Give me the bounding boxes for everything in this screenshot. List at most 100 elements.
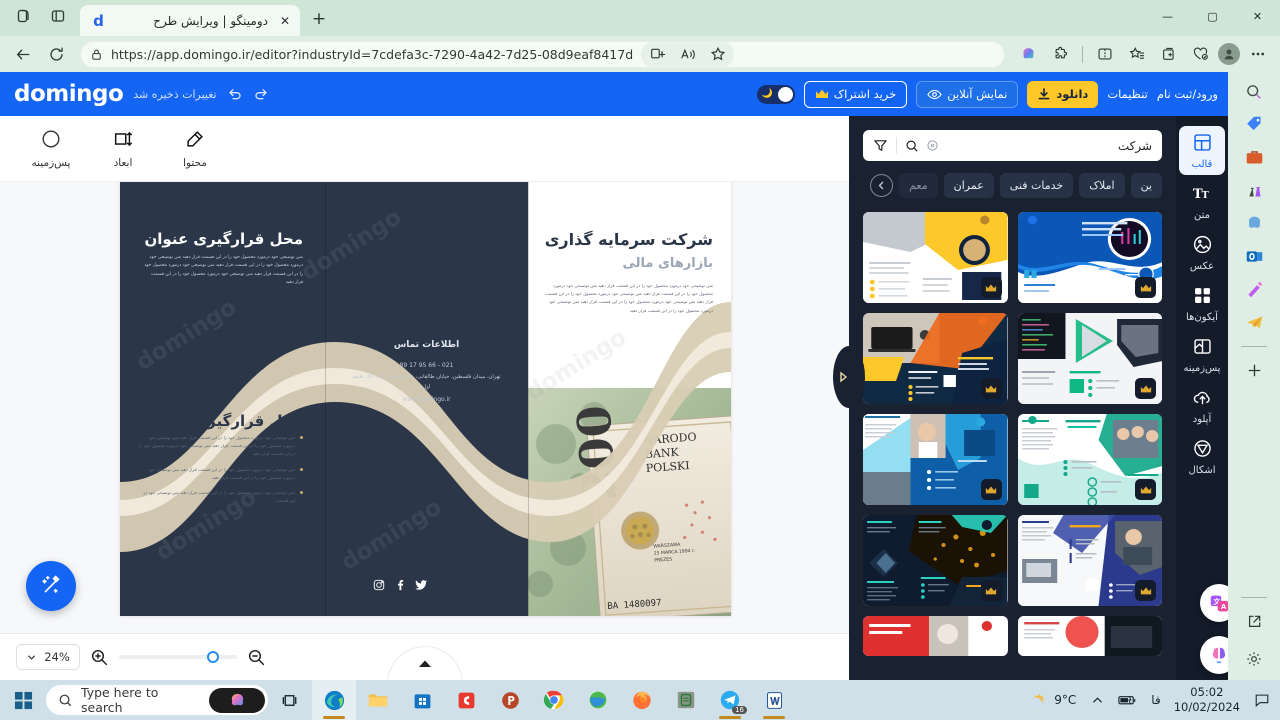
search-icon[interactable]: [905, 139, 919, 153]
edge-sidebar-search-icon[interactable]: [1240, 78, 1269, 105]
toolbar-item-content[interactable]: محتوا: [172, 128, 218, 169]
chrome-icon[interactable]: [532, 680, 576, 720]
doc-contact-title[interactable]: اطلاعات تماس: [325, 340, 528, 350]
windows-start-icon[interactable]: [0, 680, 46, 720]
template-card[interactable]: [863, 414, 1008, 505]
category-chip[interactable]: ین: [1130, 173, 1162, 198]
category-chip[interactable]: املاک: [1079, 173, 1125, 198]
add-collection-icon[interactable]: [1154, 41, 1183, 68]
zoom-slider-handle[interactable]: [207, 651, 219, 663]
edge-sidebar-tools-icon[interactable]: [1240, 144, 1269, 171]
edge-icon[interactable]: [312, 680, 356, 720]
toolbar-item-background[interactable]: پس‌زمینه: [28, 128, 74, 169]
edge-sidebar-games-icon[interactable]: [1240, 177, 1269, 204]
sidebar-settings-icon[interactable]: [1240, 645, 1269, 672]
copilot-icon[interactable]: [1014, 41, 1043, 68]
word-icon[interactable]: [752, 680, 796, 720]
doc-contact-website[interactable]: www.domingo.ir: [325, 394, 528, 406]
back-icon[interactable]: [8, 40, 38, 68]
taskbar-search-input[interactable]: Type here to search: [46, 685, 268, 715]
favorite-star-icon[interactable]: [703, 41, 732, 68]
template-search-box[interactable]: شرکت: [863, 130, 1162, 161]
template-grid[interactable]: [849, 208, 1176, 680]
rail-item-text[interactable]: T T متن: [1179, 177, 1225, 226]
maximize-button[interactable]: ▢: [1190, 0, 1235, 32]
settings-more-icon[interactable]: [1243, 41, 1272, 68]
online-preview-button[interactable]: نمایش آنلاین: [916, 80, 1019, 108]
telegram-icon[interactable]: 16: [708, 680, 752, 720]
close-icon[interactable]: ✕: [276, 12, 294, 30]
window-close-button[interactable]: ✕: [1235, 0, 1280, 32]
template-card[interactable]: [1017, 212, 1162, 303]
new-tab-button[interactable]: +: [305, 5, 333, 33]
notification-icon[interactable]: [1249, 684, 1275, 716]
split-screen-icon[interactable]: [643, 41, 672, 68]
template-card[interactable]: [1017, 616, 1162, 656]
design-canvas[interactable]: محل قرارگیری عنوان متن توضیحی خود درمورد…: [0, 182, 849, 633]
zoom-level-select[interactable]: 24%: [16, 644, 80, 670]
profile-avatar[interactable]: [1218, 43, 1240, 65]
doc-right-subtitle[interactable]: بازارهای مالی: [623, 256, 714, 271]
settings-link[interactable]: تنظیمات: [1107, 87, 1148, 101]
subscribe-button[interactable]: خرید اشتراک: [803, 80, 908, 108]
template-card[interactable]: [1017, 515, 1162, 606]
design-document[interactable]: محل قرارگیری عنوان متن توضیحی خود درمورد…: [120, 182, 731, 616]
instagram-icon[interactable]: [373, 579, 385, 591]
zoom-slider[interactable]: [119, 651, 237, 663]
dark-mode-toggle[interactable]: 🌙: [756, 84, 795, 104]
search-input[interactable]: شرکت: [946, 139, 1152, 153]
reload-icon[interactable]: [41, 40, 71, 68]
rail-item-background[interactable]: پس‌زمینه: [1179, 330, 1225, 379]
collapse-panel-button[interactable]: [833, 346, 865, 408]
language-indicator[interactable]: فا: [1147, 684, 1164, 716]
template-card[interactable]: [863, 616, 1008, 656]
collections-icon[interactable]: [1122, 41, 1151, 68]
tab-search-icon[interactable]: [10, 3, 38, 29]
edge-sidebar-image-creator-icon[interactable]: [1240, 276, 1269, 303]
notes-icon[interactable]: [664, 680, 708, 720]
rail-item-shapes[interactable]: اشکال: [1179, 432, 1225, 481]
battery-icon[interactable]: [1113, 684, 1142, 716]
list-item[interactable]: متن توضیحی خود درمورد محصول خود را در ای…: [138, 489, 303, 505]
list-item[interactable]: متن توضیحی خود درمورد محصول خود را در ای…: [138, 434, 303, 459]
template-card[interactable]: [1017, 414, 1162, 505]
doc-contact-phone[interactable]: 021 - 66 95 17 89: [325, 360, 528, 372]
zoom-out-icon[interactable]: [247, 648, 266, 667]
doc-left-body[interactable]: متن توضیحی خود درمورد محصول خود را در ای…: [143, 254, 303, 287]
list-item[interactable]: متن توضیحی خود درمورد محصول خود را در ای…: [138, 466, 303, 482]
login-register-link[interactable]: ورود/ثبت نام: [1157, 87, 1218, 101]
magic-wand-fab[interactable]: [26, 561, 76, 611]
twitter-icon[interactable]: [415, 579, 428, 591]
rail-item-upload[interactable]: آپلود: [1179, 381, 1225, 430]
task-view-icon[interactable]: [268, 680, 312, 720]
edge-sidebar-telegram-icon[interactable]: [1240, 309, 1269, 336]
template-card[interactable]: [863, 515, 1008, 606]
undo-icon[interactable]: [227, 86, 243, 102]
tab-actions-icon[interactable]: [44, 3, 72, 29]
microsoft-store-icon[interactable]: [400, 680, 444, 720]
clock-widget[interactable]: 05:02 10/02/2024: [1170, 685, 1244, 715]
doc-right-title[interactable]: شرکت سرمایه گذاری: [545, 230, 713, 249]
firefox-icon[interactable]: [620, 680, 664, 720]
toolbar-item-dimensions[interactable]: ابعاد: [100, 128, 146, 169]
read-aloud-icon[interactable]: [673, 41, 702, 68]
add-sidebar-app-icon[interactable]: [1240, 357, 1269, 384]
template-card[interactable]: [1017, 313, 1162, 404]
template-card[interactable]: [863, 313, 1008, 404]
chevron-up-icon[interactable]: [1087, 684, 1108, 716]
doc-left-section2-title[interactable]: محل قرارگیری عنوان: [144, 412, 303, 430]
minimize-button[interactable]: —: [1145, 0, 1190, 32]
doc-contact-address[interactable]: تهران، میدان فلسطین، خیابان طالقانی، خیا…: [351, 372, 502, 393]
browser-tab[interactable]: d دومینگو | ویرایش طرح ✕: [80, 5, 300, 36]
internet-icon[interactable]: [576, 680, 620, 720]
redo-icon[interactable]: [253, 86, 269, 102]
zoom-in-icon[interactable]: [90, 648, 109, 667]
facebook-icon[interactable]: [394, 579, 406, 591]
edge-sidebar-shopping-icon[interactable]: [1240, 111, 1269, 138]
chips-prev-button[interactable]: [870, 174, 894, 197]
file-explorer-icon[interactable]: [356, 680, 400, 720]
clear-search-icon[interactable]: [927, 140, 938, 151]
category-chip[interactable]: معم: [899, 173, 938, 198]
doc-right-body[interactable]: متن توضیحی خود درمورد محصول خود را در ای…: [545, 282, 713, 315]
rail-item-image[interactable]: عکس: [1179, 228, 1225, 277]
